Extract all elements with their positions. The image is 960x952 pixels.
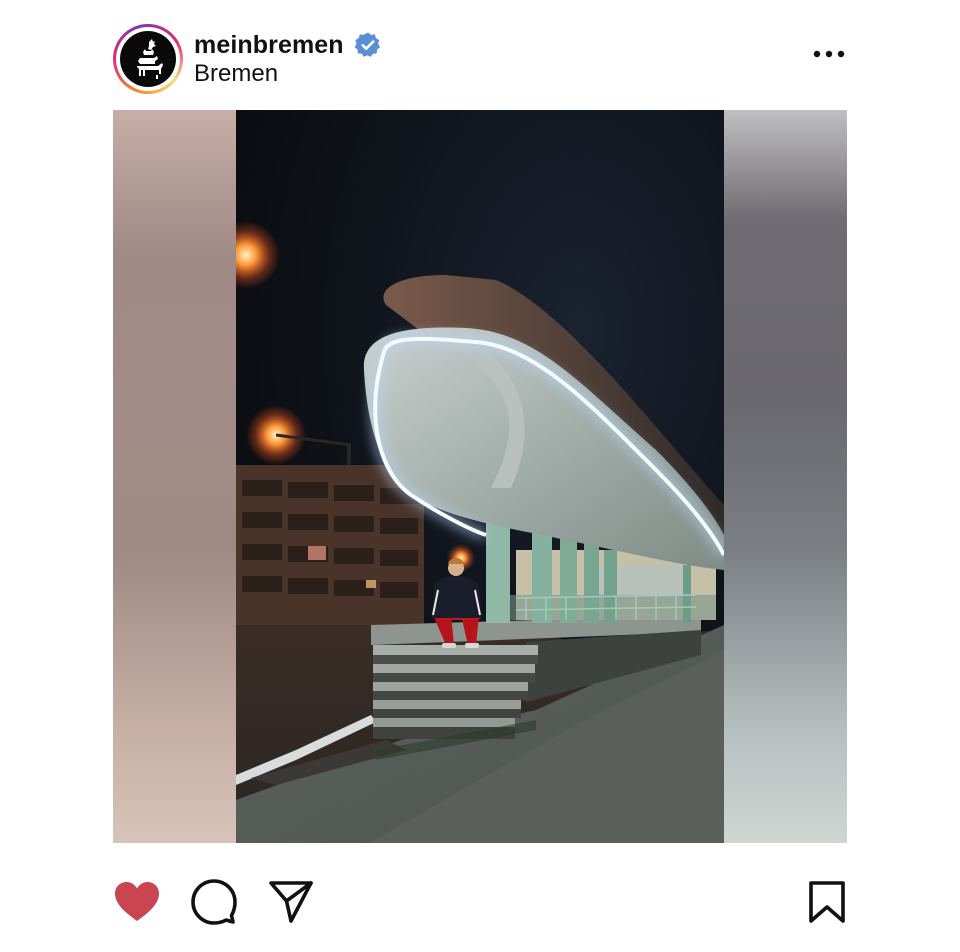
post-photo[interactable] — [236, 110, 724, 843]
avatar[interactable] — [113, 24, 183, 94]
username-row: meinbremen — [194, 28, 382, 62]
verified-badge-icon — [354, 31, 382, 59]
heart-icon[interactable] — [113, 878, 161, 926]
send-icon[interactable] — [268, 878, 314, 926]
instagram-post: meinbremen Bremen — [0, 0, 960, 952]
bremen-town-musicians-logo — [120, 31, 176, 87]
post-location[interactable]: Bremen — [194, 60, 278, 88]
bookmark-icon[interactable] — [807, 878, 847, 926]
post-media — [113, 110, 847, 843]
more-options-icon[interactable] — [811, 40, 847, 68]
username[interactable]: meinbremen — [194, 31, 344, 60]
comment-icon[interactable] — [191, 878, 237, 926]
post-actions — [113, 878, 847, 928]
post-header: meinbremen Bremen — [113, 24, 847, 96]
blurred-backdrop-left — [113, 110, 236, 843]
blurred-backdrop-right — [724, 110, 847, 843]
